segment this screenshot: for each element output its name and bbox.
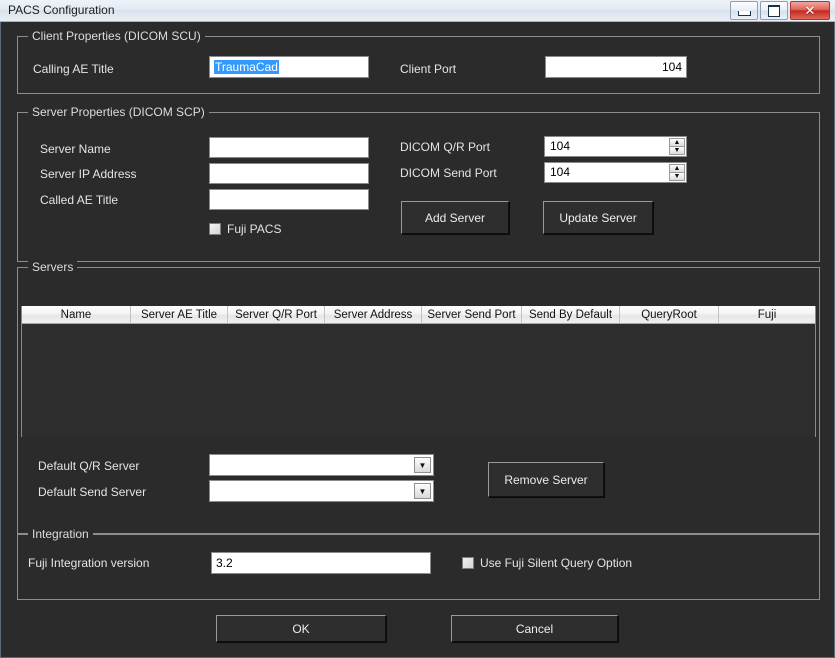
server-properties-group: Server Properties (DICOM SCP) [17, 105, 820, 262]
servers-table-column-header[interactable]: Server AE Title [131, 306, 228, 323]
fuji-pacs-label: Fuji PACS [227, 222, 282, 236]
chevron-down-icon[interactable]: ▼ [414, 457, 431, 473]
servers-table-column-header[interactable]: Send By Default [522, 306, 620, 323]
servers-table-column-header[interactable]: Name [22, 306, 131, 323]
window-titlebar: PACS Configuration ✕ [0, 0, 835, 22]
servers-table-column-header[interactable]: Server Address [325, 306, 422, 323]
servers-table-column-header[interactable]: QueryRoot [620, 306, 719, 323]
spin-up-icon[interactable]: ▲ [669, 164, 685, 172]
maximize-icon [761, 2, 787, 19]
checkbox-box-icon [209, 223, 221, 235]
update-server-button[interactable]: Update Server [543, 201, 653, 234]
servers-table-header: Name Server AE Title Server Q/R Port Server… [22, 306, 815, 324]
fuji-integration-version-value: 3.2 [216, 556, 233, 570]
remove-server-button[interactable]: Remove Server [488, 462, 604, 497]
servers-legend: Servers [28, 260, 78, 274]
called-ae-title-label: Called AE Title [40, 193, 119, 207]
dicom-qr-port-value: 104 [550, 139, 571, 153]
maximize-button[interactable] [760, 1, 788, 20]
close-button[interactable]: ✕ [790, 1, 830, 20]
fuji-pacs-checkbox[interactable]: Fuji PACS [209, 222, 281, 236]
called-ae-title-input[interactable] [209, 189, 369, 210]
servers-table-body[interactable] [22, 324, 815, 437]
servers-table-column-header[interactable]: Server Send Port [422, 306, 522, 323]
use-fuji-silent-query-label: Use Fuji Silent Query Option [480, 556, 633, 570]
fuji-integration-version-input[interactable]: 3.2 [211, 552, 431, 574]
server-name-label: Server Name [40, 142, 111, 156]
dicom-send-port-value: 104 [550, 165, 571, 179]
dicom-send-port-spin-arrows[interactable]: ▲ ▼ [669, 164, 685, 181]
spin-down-icon[interactable]: ▼ [669, 172, 685, 181]
calling-ae-title-value: TraumaCad [214, 60, 279, 74]
minimize-button[interactable] [730, 1, 758, 20]
default-qr-server-select[interactable]: ▼ [209, 454, 434, 476]
calling-ae-title-input[interactable]: TraumaCad [209, 56, 369, 78]
chevron-down-icon[interactable]: ▼ [414, 483, 431, 499]
server-ip-address-input[interactable] [209, 163, 369, 184]
fuji-integration-version-label: Fuji Integration version [28, 556, 150, 570]
client-properties-legend: Client Properties (DICOM SCU) [28, 29, 205, 43]
default-qr-server-label: Default Q/R Server [38, 459, 140, 473]
server-properties-legend: Server Properties (DICOM SCP) [28, 105, 209, 119]
spin-up-icon[interactable]: ▲ [669, 138, 685, 146]
minimize-icon [731, 2, 757, 19]
servers-table-column-header[interactable]: Fuji [719, 306, 815, 323]
dicom-qr-port-spin-arrows[interactable]: ▲ ▼ [669, 138, 685, 155]
dicom-send-port-spinner[interactable]: 104 ▲ ▼ [544, 162, 687, 183]
server-name-input[interactable] [209, 137, 369, 158]
add-server-button[interactable]: Add Server [401, 201, 509, 234]
checkbox-box-icon [462, 557, 474, 569]
spin-down-icon[interactable]: ▼ [669, 146, 685, 155]
default-send-server-label: Default Send Server [38, 485, 147, 499]
client-port-input[interactable]: 104 [545, 56, 687, 78]
dicom-qr-port-spinner[interactable]: 104 ▲ ▼ [544, 136, 687, 157]
ok-button[interactable]: OK [216, 615, 386, 642]
close-icon: ✕ [804, 2, 816, 18]
cancel-button[interactable]: Cancel [451, 615, 618, 642]
server-ip-address-label: Server IP Address [40, 167, 137, 181]
window-title: PACS Configuration [8, 3, 115, 17]
servers-table-column-header[interactable]: Server Q/R Port [228, 306, 325, 323]
servers-table[interactable]: Name Server AE Title Server Q/R Port Server… [21, 306, 816, 437]
default-send-server-select[interactable]: ▼ [209, 480, 434, 502]
calling-ae-title-label: Calling AE Title [33, 62, 114, 76]
use-fuji-silent-query-checkbox[interactable]: Use Fuji Silent Query Option [462, 556, 632, 570]
integration-legend: Integration [28, 527, 93, 541]
client-port-label: Client Port [400, 62, 457, 76]
dicom-send-port-label: DICOM Send Port [400, 166, 497, 180]
pacs-configuration-dialog: Client Properties (DICOM SCU) Calling AE… [0, 22, 835, 658]
client-port-value: 104 [661, 60, 682, 74]
dicom-qr-port-label: DICOM Q/R Port [400, 140, 491, 154]
